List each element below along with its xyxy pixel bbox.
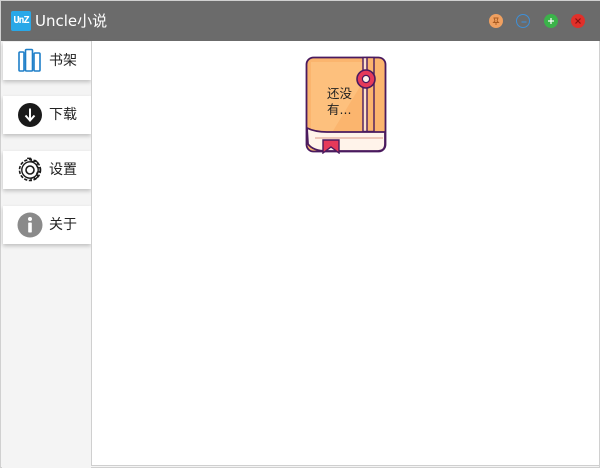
window-title: Uncle小说 — [35, 12, 108, 30]
sidebar-item-settings[interactable]: 设置 — [3, 151, 91, 189]
app-logo: UnZ — [11, 11, 31, 31]
app-window: UnZ Uncle小说 书架 下载 设置 关于 还没 有... — [0, 0, 600, 468]
download-icon — [18, 103, 42, 127]
pin-button[interactable] — [489, 14, 503, 28]
empty-message-line: 还没 — [327, 86, 353, 101]
plus-icon — [548, 18, 554, 24]
close-button[interactable] — [571, 14, 585, 28]
close-icon — [575, 18, 581, 24]
main-content: 还没 有... — [91, 41, 599, 466]
sidebar: 书架 下载 设置 关于 — [2, 41, 91, 468]
pin-icon — [492, 17, 500, 25]
sidebar-item-about[interactable]: 关于 — [3, 206, 91, 244]
empty-message: 还没 有... — [327, 86, 367, 118]
maximize-button[interactable] — [544, 14, 558, 28]
bookshelf-icon — [18, 48, 41, 72]
sidebar-item-label: 下载 — [49, 107, 77, 123]
minimize-button[interactable] — [516, 14, 530, 28]
sidebar-item-bookshelf[interactable]: 书架 — [3, 42, 91, 80]
sidebar-item-download[interactable]: 下载 — [3, 96, 91, 134]
empty-message-line: 有... — [327, 102, 352, 117]
minimize-icon — [521, 21, 527, 23]
empty-bookshelf-placeholder: 还没 有... — [305, 56, 387, 155]
sidebar-item-label: 设置 — [49, 162, 77, 178]
sidebar-item-label: 书架 — [49, 53, 77, 69]
sidebar-item-label: 关于 — [49, 217, 77, 233]
title-bar[interactable]: UnZ Uncle小说 — [1, 1, 600, 41]
gear-icon — [18, 157, 42, 182]
info-icon — [17, 212, 43, 238]
